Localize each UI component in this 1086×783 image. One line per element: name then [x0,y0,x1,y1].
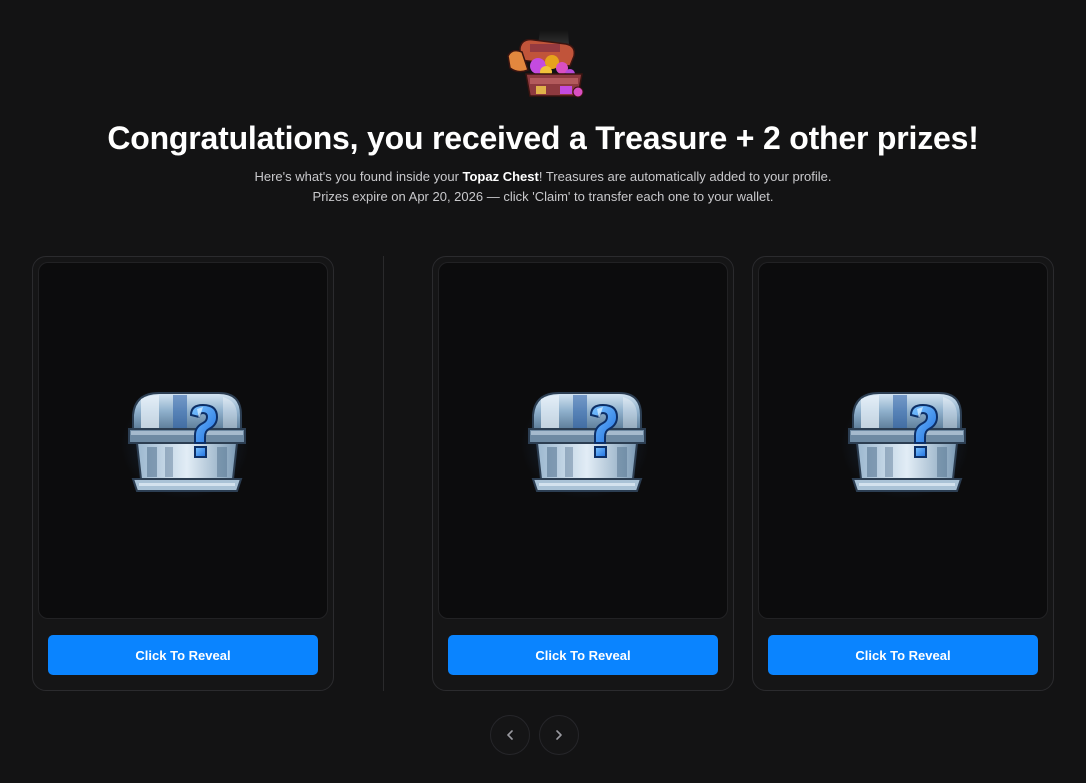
mystery-chest-icon [519,385,651,501]
prev-page-button[interactable] [490,715,530,755]
prize-card-image-area [38,262,328,619]
next-page-button[interactable] [539,715,579,755]
prize-card-image-area [758,262,1048,619]
mystery-chest-icon [119,385,251,501]
subtitle-line-2: Prizes expire on Apr 20, 2026 — click 'C… [312,189,774,204]
subtitle-line-1: Here's what's you found inside your Topa… [254,169,832,184]
topaz-chest-icon [507,30,584,98]
reveal-button[interactable]: Click To Reveal [48,635,318,675]
prize-card-image-area [438,262,728,619]
chest-name: Topaz Chest [462,169,539,184]
prize-card: Click To Reveal [752,256,1054,691]
reveal-button[interactable]: Click To Reveal [768,635,1038,675]
page-subtitle: Here's what's you found inside your Topa… [0,167,1086,207]
page-title: Congratulations, you received a Treasure… [107,120,979,156]
reveal-button[interactable]: Click To Reveal [448,635,718,675]
chevron-right-icon [556,730,562,740]
prize-card: Click To Reveal [432,256,734,691]
prize-card: Click To Reveal [32,256,334,691]
mystery-chest-icon [839,385,971,501]
divider [383,256,384,691]
chevron-left-icon [507,730,513,740]
